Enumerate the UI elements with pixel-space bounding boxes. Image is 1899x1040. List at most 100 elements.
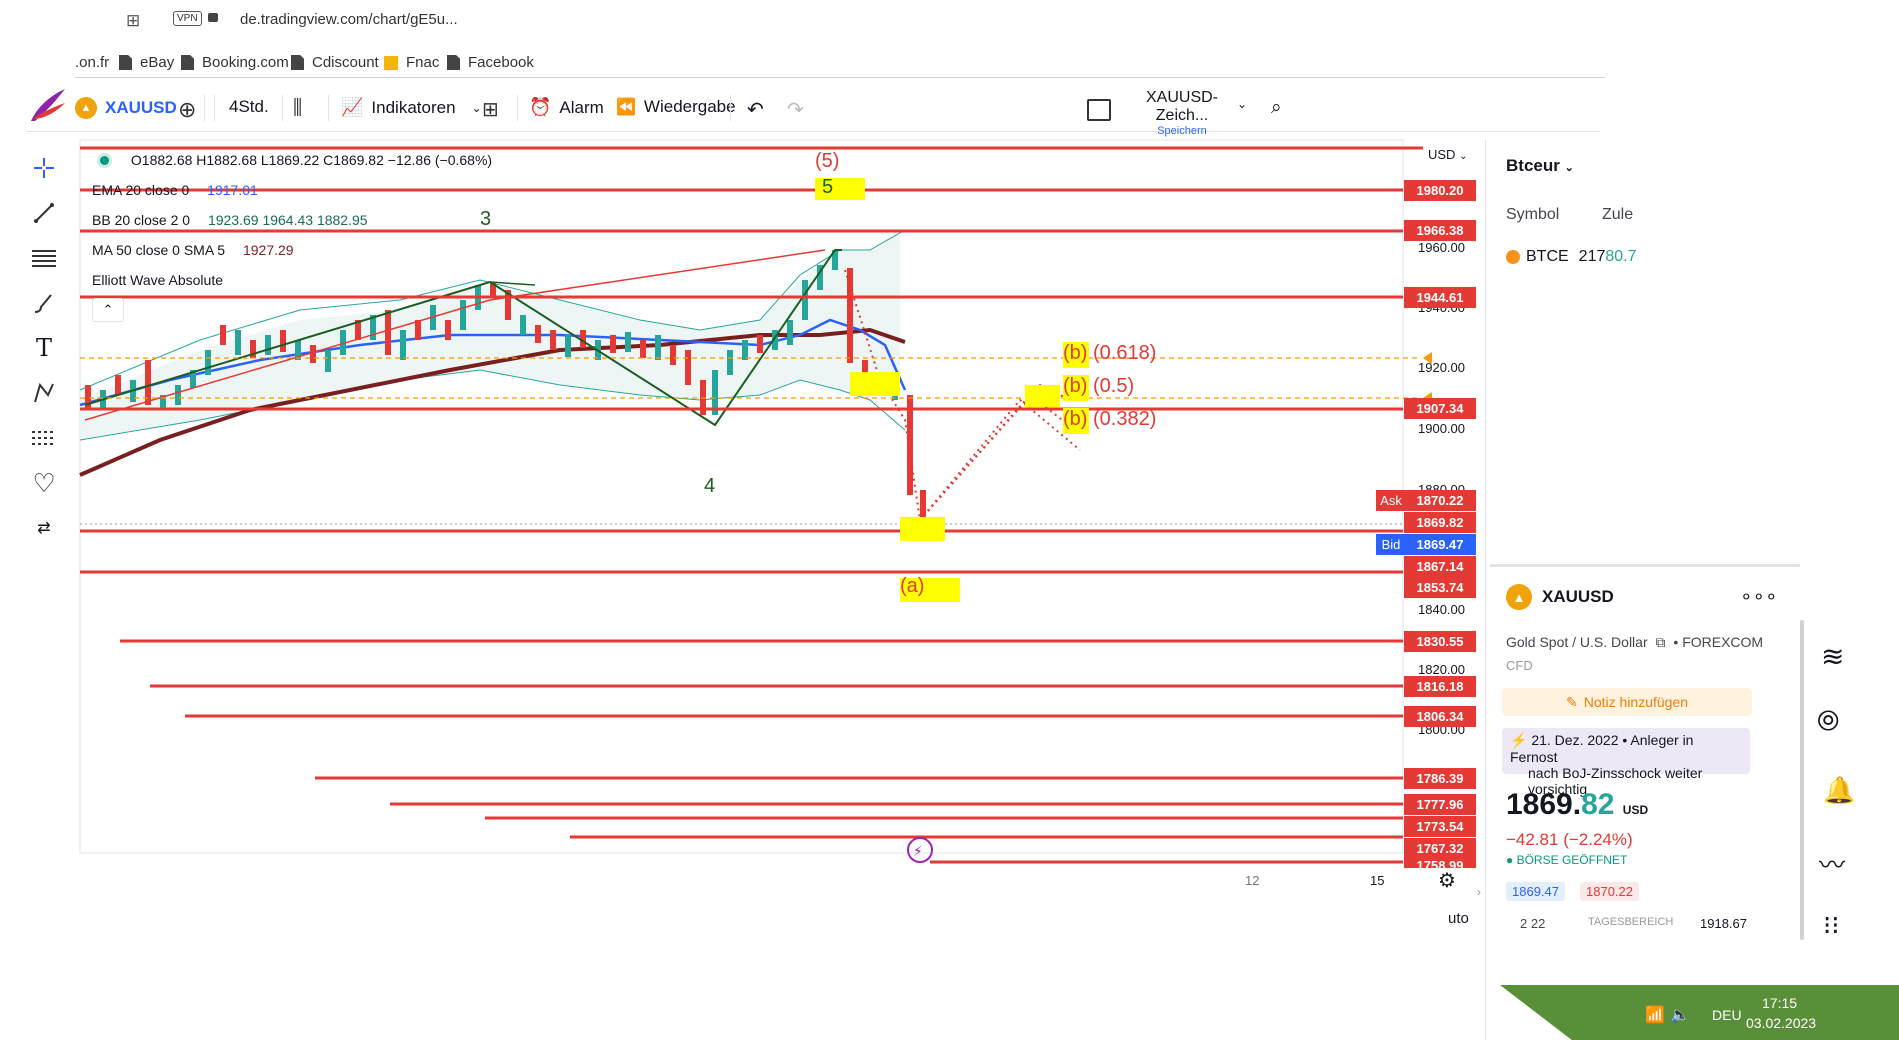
bb-legend[interactable]: BB 20 close 2 0 1923.69 1964.43 1882.95	[92, 212, 368, 228]
calendar-icon[interactable]: ⁝⁝	[1823, 910, 1840, 941]
last-price: 1869.82 USD	[1506, 788, 1648, 822]
time-tick: 12	[1245, 873, 1260, 888]
ma-legend[interactable]: MA 50 close 0 SMA 5 1927.29	[92, 242, 294, 258]
auto-scale-button[interactable]: uto	[1448, 910, 1469, 927]
wave-label-3: 3	[480, 208, 492, 230]
price-label: 1944.61	[1404, 287, 1476, 308]
range-label: TAGESBEREICH	[1588, 916, 1674, 928]
wave-label-5-top: (5)	[815, 150, 840, 172]
price-label: 1853.74	[1404, 577, 1476, 598]
settings-gear-icon[interactable]: ⚙	[1438, 868, 1456, 893]
divider	[1485, 140, 1486, 1040]
market-status: ● BÖRSE GEÖFFNET	[1506, 853, 1628, 867]
ohlc-legend: O1882.68 H1882.68 L1869.22 C1869.82 −12.…	[100, 152, 492, 168]
price-label: 1980.20	[1404, 180, 1476, 201]
ema-legend[interactable]: EMA 20 close 0 1917.01	[92, 182, 258, 198]
scale-tick: 1820.00	[1418, 662, 1465, 677]
ask-tag: Ask	[1376, 490, 1406, 511]
news-lightning-icon: ⚡	[1510, 732, 1528, 748]
bb-values: 1923.69 1964.43 1882.95	[207, 212, 368, 228]
ask-chip: 1870.22	[1580, 882, 1639, 901]
price-currency: USD	[1622, 803, 1649, 817]
scale-tick: 1840.00	[1418, 602, 1465, 617]
price-label: 1816.18	[1404, 676, 1476, 697]
price-label: 1767.32	[1404, 838, 1476, 859]
price-label: 1907.34	[1404, 398, 1476, 419]
currency-selector[interactable]: USD ⌄	[1428, 147, 1467, 162]
data-window-icon[interactable]: ≋	[1821, 640, 1844, 673]
more-options-icon[interactable]: ∘∘∘	[1740, 584, 1778, 609]
details-exchange: FOREXCOM	[1682, 634, 1764, 650]
market-status-label: BÖRSE GEÖFFNET	[1516, 853, 1628, 867]
bell-icon[interactable]: 🔔	[1823, 775, 1855, 806]
broadcast-icon[interactable]: ⦾	[1817, 705, 1839, 738]
add-note-label: Notiz hinzufügen	[1583, 694, 1689, 710]
details-type: CFD	[1506, 658, 1533, 673]
range-low: 2 22	[1520, 916, 1546, 931]
ema-label: EMA 20 close 0	[92, 182, 190, 198]
news-date: 21. Dez. 2022	[1531, 732, 1619, 748]
details-desc[interactable]: Gold Spot / U.S. Dollar	[1506, 634, 1648, 650]
right-sidebar: ≋ ⦾ 🔔 〰 ⁝⁝	[1815, 610, 1870, 970]
volume-icon[interactable]: 🔈	[1670, 1005, 1690, 1025]
network-icon[interactable]: 📶	[1645, 1005, 1665, 1025]
gold-coin-icon: ▲	[1506, 584, 1532, 610]
watchlist-value: 217	[1578, 248, 1606, 265]
price-label: 1966.38	[1404, 220, 1476, 241]
elliott-legend[interactable]: Elliott Wave Absolute	[92, 272, 223, 288]
watchlist-title-label: Btceur	[1506, 156, 1560, 175]
divider	[1490, 564, 1800, 567]
bid-chip: 1869.47	[1506, 882, 1565, 901]
price-main: 1869.	[1506, 788, 1582, 821]
watchlist-title[interactable]: Btceur ⌄	[1506, 156, 1574, 176]
scale-tick: 1900.00	[1418, 421, 1465, 436]
price-label: 1869.82	[1404, 512, 1476, 533]
scale-tick: 1960.00	[1418, 240, 1465, 255]
column-header-symbol[interactable]: Symbol	[1506, 206, 1559, 224]
details-description: Gold Spot / U.S. Dollar ⧉ • FOREXCOM	[1506, 634, 1764, 650]
watchlist-row[interactable]: BTCE 21780.7	[1506, 248, 1637, 266]
price-label: 1773.54	[1404, 816, 1476, 837]
range-high: 1918.67	[1700, 916, 1747, 931]
bb-label: BB 20 close 2 0	[92, 212, 191, 228]
wave-label-4: 4	[704, 475, 716, 497]
language-indicator[interactable]: DEU	[1712, 1007, 1742, 1023]
price-label: 1758.99	[1404, 858, 1476, 868]
currency-label: USD	[1428, 147, 1456, 162]
price-label: 1867.14	[1404, 556, 1476, 577]
news-item[interactable]: ⚡ 21. Dez. 2022 • Anleger in Fernost nac…	[1502, 728, 1750, 797]
ema-value: 1917.01	[207, 182, 258, 198]
price-label: 1869.47	[1404, 534, 1476, 555]
watchlist-panel: Btceur ⌄ Symbol Zule BTCE 21780.7	[1490, 140, 1660, 560]
chart-stream-icon[interactable]: 〰	[1819, 845, 1845, 882]
add-note-button[interactable]: ✎ Notiz hinzufügen	[1502, 688, 1752, 716]
wave-label-a: (a)	[900, 575, 925, 597]
status-dot-icon	[100, 156, 109, 165]
watchlist-symbol: BTCE	[1526, 248, 1569, 265]
column-header-last[interactable]: Zule	[1602, 206, 1633, 224]
bid-tag: Bid	[1376, 534, 1406, 555]
panel-scrollbar[interactable]	[1800, 620, 1804, 940]
wave-label-5: 5	[822, 176, 834, 198]
price-label: 1777.96	[1404, 794, 1476, 815]
edit-icon: ✎	[1565, 693, 1578, 710]
fib-label-5: (b) (0.5)	[1063, 375, 1135, 397]
collapse-legend-button[interactable]: ⌃	[92, 298, 124, 322]
clock-date[interactable]: 03.02.2023	[1746, 1015, 1816, 1031]
price-change: −42.81 (−2.24%)	[1506, 830, 1633, 849]
price-decimals: 82	[1581, 788, 1615, 821]
clock-time[interactable]: 17:15	[1762, 995, 1797, 1011]
ma-label: MA 50 close 0 SMA 5	[92, 242, 226, 258]
price-label: 1786.39	[1404, 768, 1476, 789]
chevron-down-icon: ⌄	[1564, 162, 1574, 174]
watchlist-value-accent: 80.7	[1605, 248, 1637, 265]
details-symbol: XAUUSD	[1542, 587, 1614, 606]
chevron-down-icon: ⌄	[1459, 151, 1468, 162]
bitcoin-icon	[1506, 250, 1520, 264]
external-link-icon: ⧉	[1655, 634, 1666, 650]
scale-tick: 1920.00	[1418, 360, 1465, 375]
ma-value: 1927.29	[242, 242, 294, 258]
price-label: 1806.34	[1404, 706, 1476, 727]
chevron-right-icon[interactable]: ›	[1477, 885, 1481, 899]
time-tick: 15	[1370, 873, 1385, 888]
